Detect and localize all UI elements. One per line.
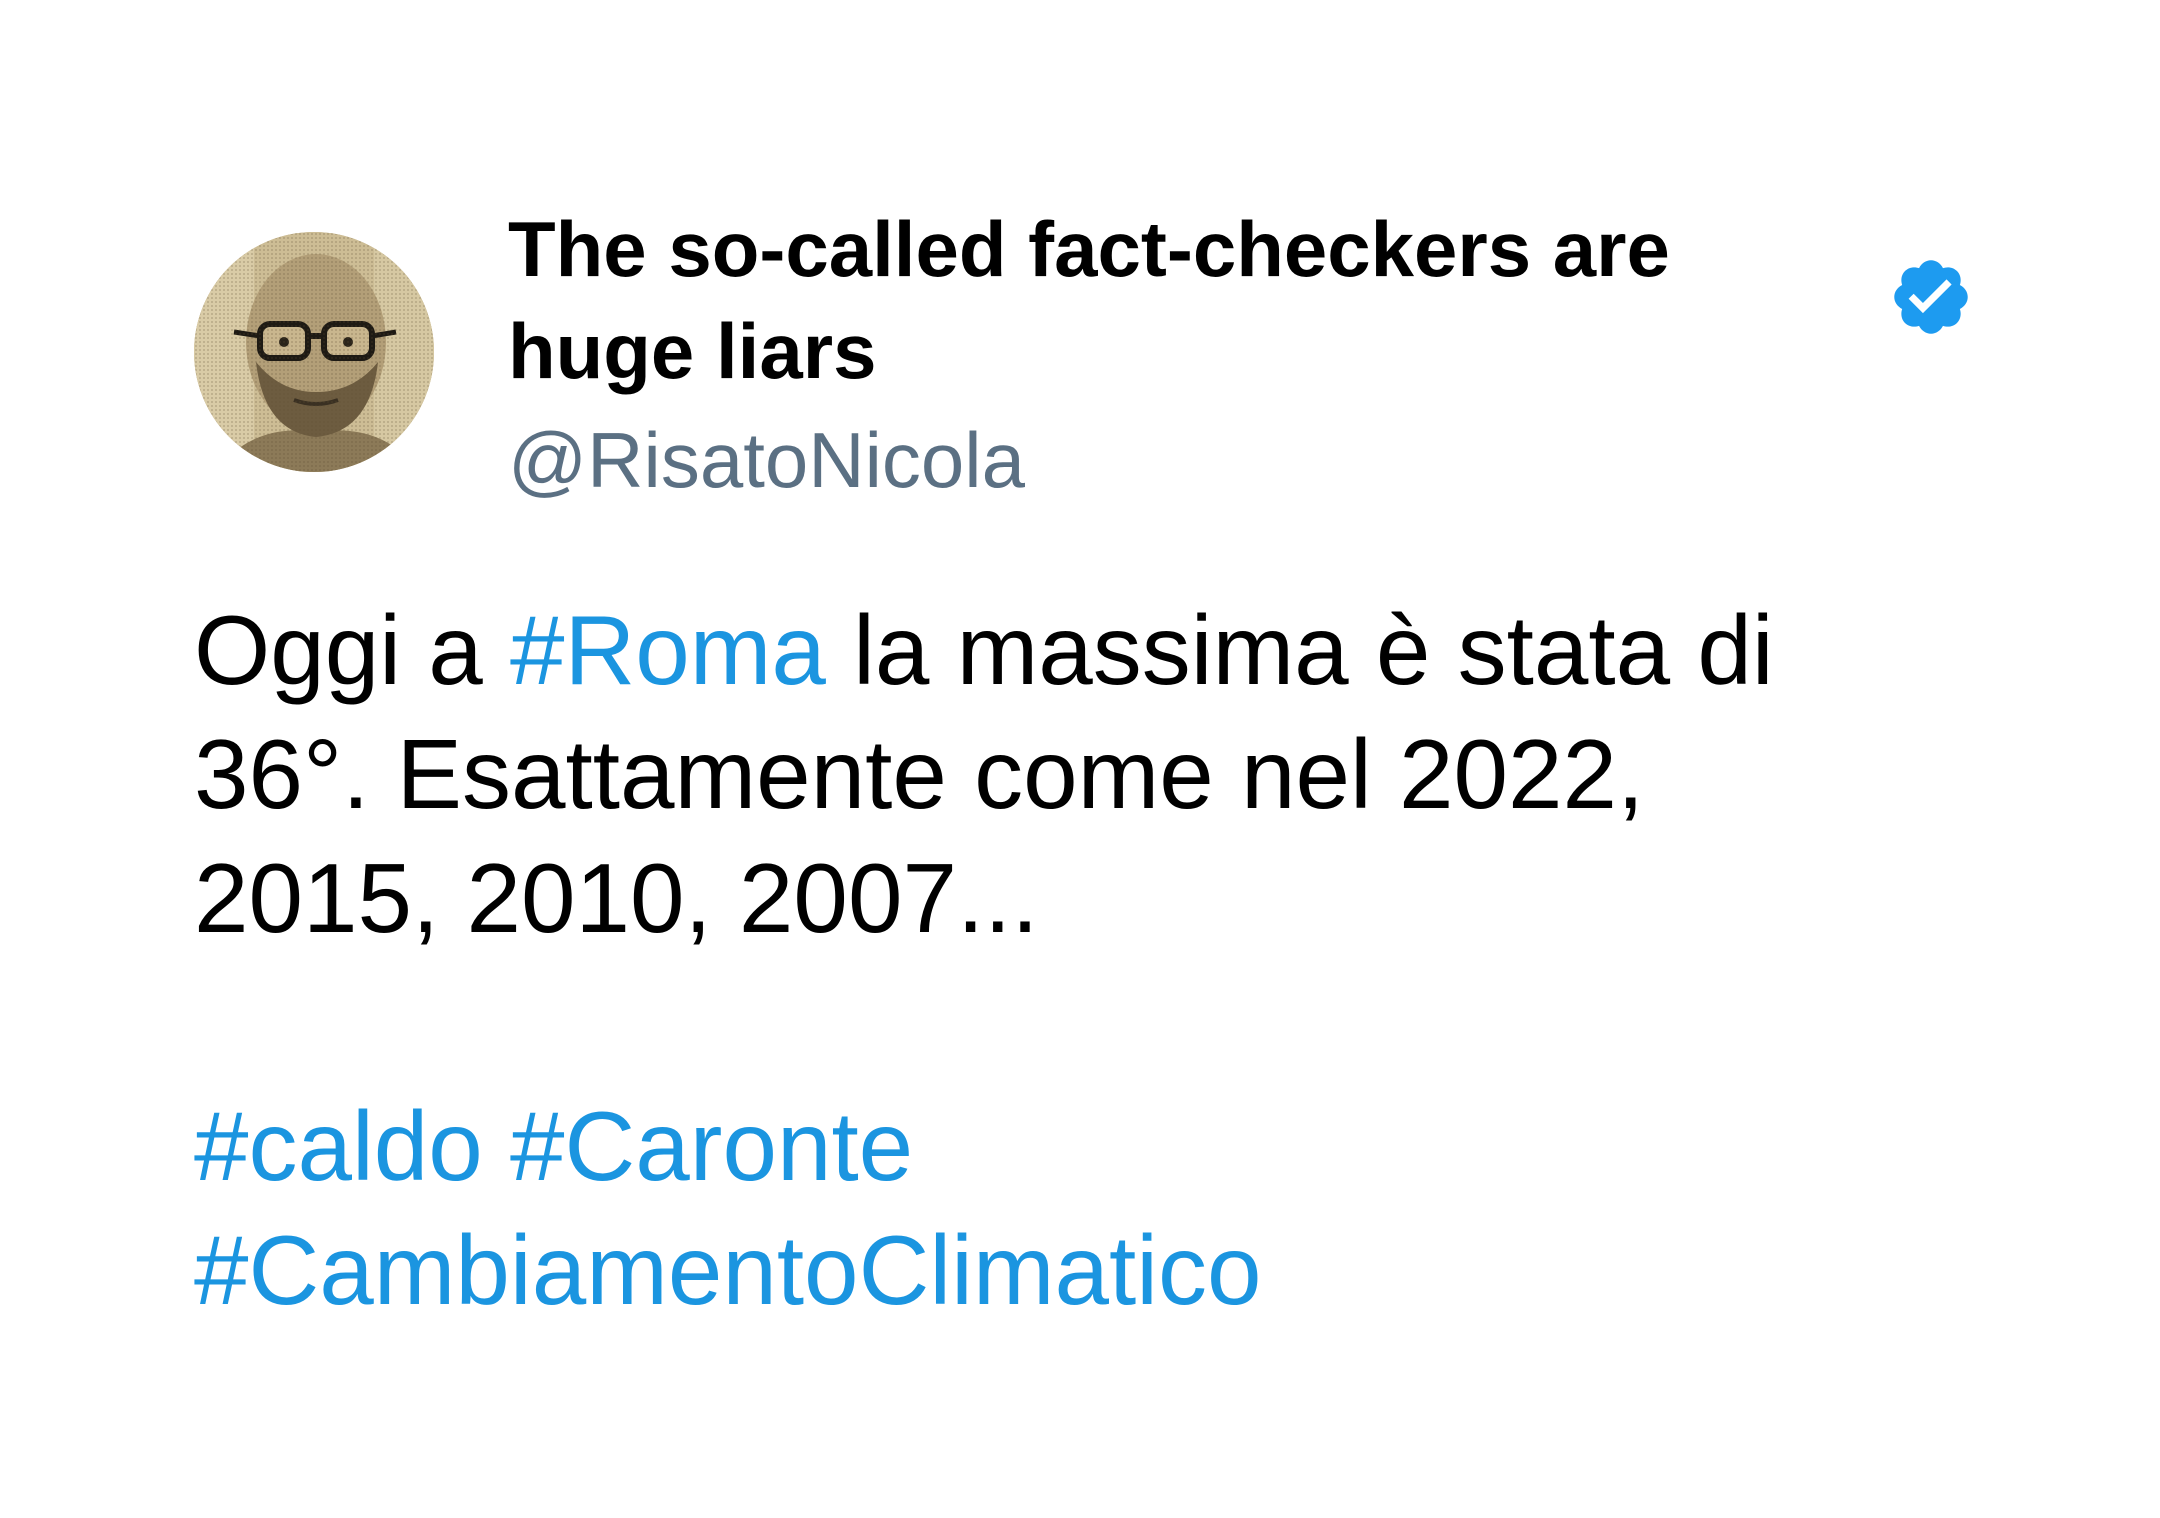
display-name[interactable]: The so-called fact-checkers are huge lia… bbox=[508, 198, 1828, 402]
hashtag-cambiamento-climatico-link[interactable]: #CambiamentoClimatico bbox=[194, 1215, 1262, 1325]
tweet-text-segment: Oggi a bbox=[194, 595, 510, 705]
tweet-text-segment: la massima è stata di bbox=[825, 595, 1774, 705]
user-handle[interactable]: @RisatoNicola bbox=[508, 414, 1025, 506]
hashtag-caldo-link[interactable]: #caldo bbox=[194, 1091, 483, 1201]
tweet-line-1: Oggi a #Roma la massima è stata di bbox=[194, 588, 1994, 712]
verified-badge-icon bbox=[1888, 254, 1974, 340]
tweet-line-3: 2015, 2010, 2007... bbox=[194, 843, 1039, 953]
tweet-card: The so-called fact-checkers are huge lia… bbox=[0, 0, 2160, 1518]
display-name-line-2: huge liars bbox=[508, 307, 877, 395]
hashtag-caronte-link[interactable]: #Caronte bbox=[510, 1091, 913, 1201]
tweet-line-2: 36°. Esattamente come nel 2022, bbox=[194, 719, 1645, 829]
tweet-hashtag-line: #CambiamentoClimatico bbox=[194, 1208, 1994, 1332]
avatar-image bbox=[194, 232, 434, 472]
hashtag-roma-link[interactable]: #Roma bbox=[510, 595, 826, 705]
tweet-hashtag-line: #caldo #Caronte bbox=[194, 1084, 1994, 1208]
avatar[interactable] bbox=[194, 232, 434, 472]
tweet-text: Oggi a #Roma la massima è stata di 36°. … bbox=[194, 588, 1994, 1332]
display-name-line-1: The so-called fact-checkers are bbox=[508, 205, 1670, 293]
